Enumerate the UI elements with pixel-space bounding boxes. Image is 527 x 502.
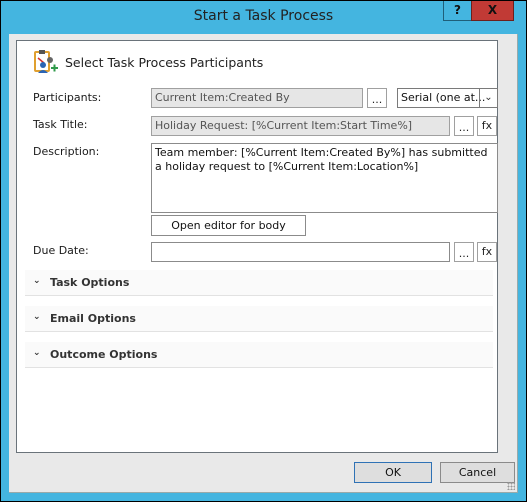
due-date-field[interactable] [151, 242, 450, 262]
due-date-browse-button[interactable]: ... [454, 242, 474, 262]
chevron-down-icon: ⌄ [33, 312, 41, 322]
dialog-client-area: Select Task Process Participants Partici… [9, 34, 518, 493]
close-button[interactable]: X [471, 1, 514, 21]
due-date-fx-button[interactable]: fx [477, 242, 497, 262]
section-label: Outcome Options [50, 348, 158, 361]
title-bar[interactable]: Start a Task Process ? X [1, 1, 526, 34]
section-email-options[interactable]: ⌄ Email Options [25, 306, 493, 332]
panel-heading: Select Task Process Participants [65, 54, 264, 70]
section-task-options[interactable]: ⌄ Task Options [25, 270, 493, 296]
participant-order-value: Serial (one at... [401, 91, 486, 104]
section-label: Task Options [50, 276, 130, 289]
description-textarea[interactable]: Team member: [%Current Item:Created By%]… [151, 143, 498, 213]
task-participants-icon [33, 49, 59, 75]
form-panel: Select Task Process Participants Partici… [16, 40, 498, 453]
chevron-down-icon[interactable]: ⌄ [479, 89, 497, 107]
participants-label: Participants: [33, 91, 102, 104]
dialog-window: Start a Task Process ? X Select Task Pro… [0, 0, 527, 502]
participants-browse-button[interactable]: ... [367, 88, 387, 108]
task-title-field[interactable]: Holiday Request: [%Current Item:Start Ti… [151, 116, 450, 136]
resize-grip[interactable] [507, 482, 515, 490]
chevron-down-icon: ⌄ [33, 276, 41, 286]
section-label: Email Options [50, 312, 136, 325]
help-button[interactable]: ? [443, 1, 472, 21]
section-outcome-options[interactable]: ⌄ Outcome Options [25, 342, 493, 368]
participants-field[interactable]: Current Item:Created By [151, 88, 363, 108]
open-editor-button[interactable]: Open editor for body [151, 215, 306, 236]
cancel-button[interactable]: Cancel [440, 462, 515, 483]
task-title-label: Task Title: [33, 118, 88, 131]
chevron-down-icon: ⌄ [33, 348, 41, 358]
task-title-fx-button[interactable]: fx [477, 116, 497, 136]
panel-header: Select Task Process Participants [33, 49, 263, 75]
participant-order-select[interactable]: Serial (one at... ⌄ [397, 88, 498, 108]
task-title-browse-button[interactable]: ... [454, 116, 474, 136]
due-date-label: Due Date: [33, 244, 89, 257]
description-label: Description: [33, 145, 100, 158]
ok-button[interactable]: OK [354, 462, 432, 483]
